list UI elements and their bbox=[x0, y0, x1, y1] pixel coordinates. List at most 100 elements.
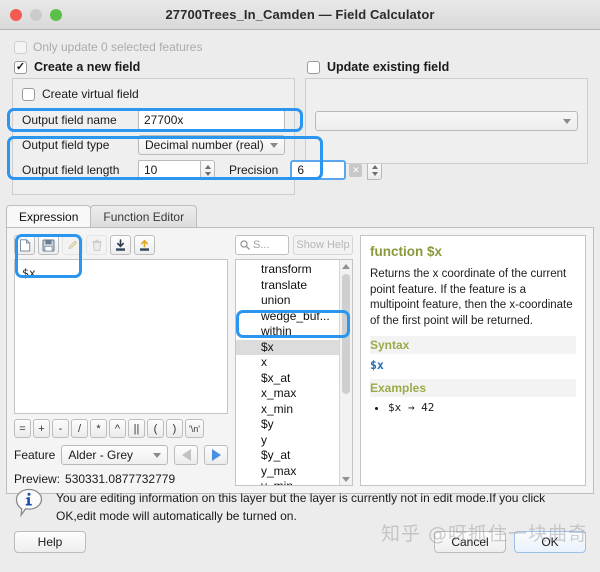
only-update-selected-label: Only update 0 selected features bbox=[33, 40, 203, 54]
list-item[interactable]: within bbox=[236, 324, 339, 340]
create-virtual-field-row[interactable]: Create virtual field bbox=[22, 87, 285, 101]
spin-up-icon[interactable] bbox=[204, 164, 211, 169]
show-help-button[interactable]: Show Help bbox=[293, 235, 353, 255]
search-placeholder-text: S... bbox=[253, 239, 270, 251]
list-item[interactable]: union bbox=[236, 293, 339, 309]
create-virtual-field-label: Create virtual field bbox=[42, 87, 139, 101]
existing-field-select[interactable] bbox=[315, 110, 578, 131]
traffic-lights bbox=[10, 9, 62, 21]
operator-divide[interactable]: / bbox=[71, 419, 88, 438]
output-field-length-row: Output field length 10 Precision 6 ✕ bbox=[22, 160, 383, 180]
minimize-button-icon[interactable] bbox=[30, 9, 42, 21]
create-new-field-row[interactable]: ✓ Create a new field bbox=[12, 60, 295, 74]
output-field-length-spin-buttons[interactable] bbox=[200, 160, 215, 180]
next-feature-button[interactable] bbox=[204, 445, 228, 465]
window-titlebar: 27700Trees_In_Camden — Field Calculator bbox=[0, 0, 600, 30]
list-item[interactable]: translate bbox=[236, 278, 339, 294]
list-item[interactable]: x_max bbox=[236, 386, 339, 402]
only-update-selected-checkbox[interactable] bbox=[14, 40, 27, 54]
list-item[interactable]: x_min bbox=[236, 402, 339, 418]
info-balloon-icon bbox=[14, 487, 44, 519]
chevron-right-icon bbox=[211, 449, 221, 461]
feature-label: Feature bbox=[14, 448, 56, 462]
output-field-length-label: Output field length bbox=[22, 163, 120, 177]
new-file-icon[interactable] bbox=[14, 235, 35, 255]
feature-row: Feature Alder - Grey bbox=[14, 445, 228, 465]
list-item[interactable]: wedge_buf... bbox=[236, 309, 339, 325]
operator-power[interactable]: ^ bbox=[109, 419, 126, 438]
help-example-item: $x → 42 bbox=[388, 401, 576, 416]
output-field-type-value: Decimal number (real) bbox=[145, 138, 264, 152]
tab-expression[interactable]: Expression bbox=[6, 205, 92, 227]
status-message-row: You are editing information on this laye… bbox=[0, 477, 600, 525]
help-syntax-heading: Syntax bbox=[370, 336, 576, 355]
expression-input[interactable]: $x bbox=[14, 259, 228, 414]
output-field-type-row: Output field type Decimal number (real) bbox=[22, 135, 285, 155]
feature-select[interactable]: Alder - Grey bbox=[61, 445, 169, 465]
operator-paren-close[interactable]: ) bbox=[166, 419, 183, 438]
output-field-length-input[interactable]: 10 bbox=[138, 160, 200, 180]
scroll-up-button[interactable] bbox=[340, 260, 352, 272]
only-update-selected-row[interactable]: Only update 0 selected features bbox=[8, 30, 592, 60]
create-new-field-column: ✓ Create a new field Create virtual fiel… bbox=[12, 60, 383, 195]
help-content: function $x Returns the x coordinate of … bbox=[360, 235, 586, 486]
scrollbar-thumb[interactable] bbox=[342, 274, 350, 394]
help-syntax-value: $x bbox=[370, 358, 384, 373]
precision-input[interactable]: 6 bbox=[290, 160, 347, 180]
search-input[interactable]: S... bbox=[235, 235, 289, 255]
update-existing-field-row[interactable]: Update existing field bbox=[305, 60, 588, 74]
create-new-field-checkbox[interactable]: ✓ bbox=[14, 60, 27, 74]
chevron-down-icon bbox=[563, 118, 571, 124]
list-item[interactable]: y bbox=[236, 433, 339, 449]
output-field-name-label: Output field name bbox=[22, 113, 117, 127]
operator-buttons: = + - / * ^ || ( ) '\n' bbox=[14, 419, 228, 438]
help-title: function $x bbox=[370, 244, 443, 259]
window-title: 27700Trees_In_Camden — Field Calculator bbox=[165, 7, 435, 22]
output-field-name-input[interactable]: 27700x bbox=[138, 110, 285, 130]
list-item[interactable]: $x_at bbox=[236, 371, 339, 387]
list-item[interactable]: transform bbox=[236, 262, 339, 278]
create-new-field-label: Create a new field bbox=[34, 60, 141, 74]
import-down-arrow-icon[interactable] bbox=[110, 235, 131, 255]
list-item[interactable]: $y_at bbox=[236, 448, 339, 464]
function-list[interactable]: transform translate union wedge_buf... w… bbox=[235, 259, 353, 486]
operator-newline[interactable]: '\n' bbox=[185, 419, 204, 438]
operator-concat[interactable]: || bbox=[128, 419, 145, 438]
operator-equals[interactable]: = bbox=[14, 419, 31, 438]
expression-editor-pane: $x = + - / * ^ || ( ) '\n' Feature Alder… bbox=[14, 235, 228, 486]
list-item[interactable]: $y bbox=[236, 417, 339, 433]
function-list-scrollbar[interactable] bbox=[339, 260, 352, 485]
previous-feature-button[interactable] bbox=[174, 445, 199, 465]
spin-down-icon[interactable] bbox=[204, 171, 211, 176]
output-field-type-select[interactable]: Decimal number (real) bbox=[138, 135, 285, 155]
help-examples-heading: Examples bbox=[370, 378, 576, 398]
output-field-name-row: Output field name 27700x bbox=[22, 110, 285, 130]
function-help-pane: function $x Returns the x coordinate of … bbox=[360, 235, 586, 486]
precision-label: Precision bbox=[229, 163, 279, 177]
close-button-icon[interactable] bbox=[10, 9, 22, 21]
output-field-length-stepper[interactable]: 10 bbox=[138, 160, 215, 180]
save-icon[interactable] bbox=[38, 235, 59, 255]
create-new-field-group: Create virtual field Output field name 2… bbox=[12, 78, 383, 195]
operator-minus[interactable]: - bbox=[52, 419, 69, 438]
operator-plus[interactable]: + bbox=[33, 419, 50, 438]
operator-multiply[interactable]: * bbox=[90, 419, 107, 438]
expression-panel: $x = + - / * ^ || ( ) '\n' Feature Alder… bbox=[6, 227, 594, 494]
help-button[interactable]: Help bbox=[14, 531, 86, 553]
list-item-selected[interactable]: $x bbox=[236, 339, 339, 355]
update-existing-field-checkbox[interactable] bbox=[307, 60, 320, 74]
help-description: Returns the x coordinate of the current … bbox=[370, 268, 573, 327]
export-up-arrow-icon[interactable] bbox=[134, 235, 155, 255]
update-existing-field-label: Update existing field bbox=[327, 60, 450, 74]
function-list-items: transform translate union wedge_buf... w… bbox=[236, 260, 339, 485]
update-existing-field-column: Update existing field bbox=[305, 60, 588, 195]
chevron-up-icon bbox=[342, 263, 350, 269]
feature-value: Alder - Grey bbox=[68, 448, 134, 462]
operator-paren-open[interactable]: ( bbox=[147, 419, 164, 438]
tab-bar: Expression Function Editor bbox=[0, 205, 600, 227]
tab-function-editor[interactable]: Function Editor bbox=[90, 205, 198, 227]
create-virtual-field-checkbox[interactable] bbox=[22, 87, 35, 101]
list-item[interactable]: x bbox=[236, 355, 339, 371]
zoom-button-icon[interactable] bbox=[50, 9, 62, 21]
help-examples-list: $x → 42 bbox=[370, 401, 576, 416]
